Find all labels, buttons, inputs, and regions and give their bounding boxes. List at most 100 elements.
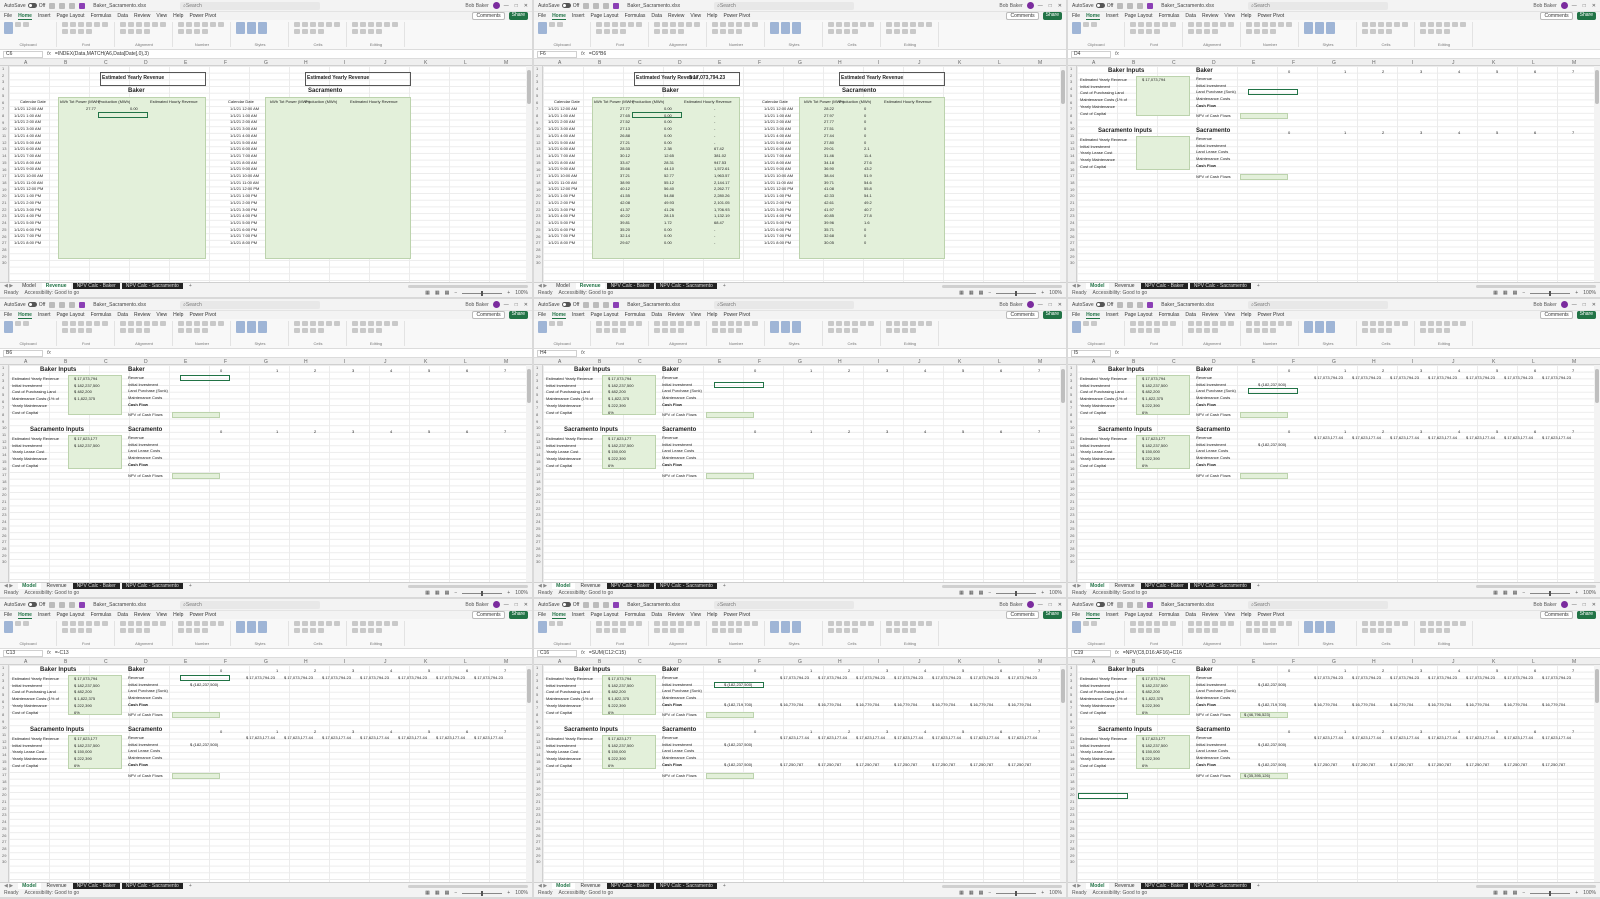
row-header[interactable]: 24	[1070, 819, 1074, 824]
ribbon-button-icon[interactable]	[334, 22, 340, 27]
ribbon-button-icon[interactable]	[728, 321, 734, 326]
ribbon-button-icon[interactable]	[549, 321, 555, 326]
ribbon-button-icon[interactable]	[612, 628, 618, 633]
menu-file[interactable]: File	[538, 13, 546, 19]
row-header[interactable]: 20	[2, 193, 6, 198]
row-header[interactable]: 6	[536, 399, 538, 404]
row-header[interactable]: 30	[2, 260, 6, 265]
row-header[interactable]: 12	[536, 439, 540, 444]
ribbon-button-icon[interactable]	[720, 628, 726, 633]
row-header[interactable]: 22	[1070, 506, 1074, 511]
worksheet-grid[interactable]: A B C D E F G H I J K L M 1 2 3 4 5 6 7 8 9 10 11 12 13 14 15 16 17 18…	[534, 658, 1066, 882]
ribbon-button-icon[interactable]	[557, 22, 563, 27]
ribbon-button-icon[interactable]	[178, 22, 184, 27]
menu-review[interactable]: Review	[1202, 612, 1218, 618]
row-header[interactable]: 30	[536, 859, 540, 864]
menu-help[interactable]: Help	[173, 312, 183, 318]
ribbon-button-icon[interactable]	[1420, 29, 1426, 34]
ribbon-button-icon[interactable]	[144, 328, 150, 333]
row-header[interactable]: 4	[2, 385, 4, 390]
ribbon-button-icon[interactable]	[4, 22, 13, 34]
ribbon-button-icon[interactable]	[1452, 321, 1458, 326]
row-header[interactable]: 8	[536, 712, 538, 717]
autosave-toggle[interactable]: AutoSave Off	[538, 602, 579, 608]
row-header[interactable]: 25	[1070, 227, 1074, 232]
menu-review[interactable]: Review	[1202, 312, 1218, 318]
ribbon-button-icon[interactable]	[15, 22, 21, 27]
name-box[interactable]: H4	[537, 349, 577, 357]
autosave-toggle[interactable]: AutoSave Off	[4, 302, 45, 308]
ribbon-button-icon[interactable]	[1162, 621, 1168, 626]
avatar[interactable]	[1560, 2, 1568, 9]
row-header[interactable]: 30	[2, 559, 6, 564]
onenote-icon[interactable]	[79, 601, 86, 608]
ribbon-button-icon[interactable]	[886, 628, 892, 633]
menu-formulas[interactable]: Formulas	[91, 612, 112, 618]
ribbon-button-icon[interactable]	[1262, 621, 1268, 626]
row-header[interactable]: 30	[536, 260, 540, 265]
ribbon-button-icon[interactable]	[1188, 321, 1194, 326]
selected-cell[interactable]	[180, 675, 230, 681]
ribbon-button-icon[interactable]	[1362, 22, 1368, 27]
share-button[interactable]: Share	[1576, 611, 1596, 619]
ribbon-button-icon[interactable]	[352, 321, 358, 326]
minimize-icon[interactable]: —	[1038, 302, 1043, 308]
onenote-icon[interactable]	[1147, 2, 1154, 9]
ribbon-button-icon[interactable]	[781, 22, 790, 34]
row-header[interactable]: 29	[1070, 254, 1074, 259]
vertical-scrollbar[interactable]	[1594, 66, 1600, 282]
row-header[interactable]: 26	[1070, 234, 1074, 239]
ribbon-button-icon[interactable]	[78, 321, 84, 326]
menu-page-layout[interactable]: Page Layout	[1124, 612, 1152, 618]
onenote-icon[interactable]	[79, 2, 86, 9]
menu-view[interactable]: View	[1224, 312, 1235, 318]
menu-insert[interactable]: Insert	[1106, 612, 1119, 618]
status-accessibility[interactable]: Accessibility: Good to go	[558, 590, 613, 596]
ribbon-button-icon[interactable]	[86, 22, 92, 27]
ribbon-button-icon[interactable]	[918, 321, 924, 326]
vertical-scrollbar[interactable]	[526, 665, 532, 882]
ribbon-button-icon[interactable]	[247, 621, 256, 633]
undo-icon[interactable]	[1127, 2, 1134, 9]
ribbon-button-icon[interactable]	[62, 22, 68, 27]
zoom-in-icon[interactable]: +	[1041, 590, 1044, 596]
menu-insert[interactable]: Insert	[572, 13, 585, 19]
ribbon-button-icon[interactable]	[302, 628, 308, 633]
page-layout-icon[interactable]: ▦	[1503, 590, 1508, 596]
row-header[interactable]: 4	[2, 86, 4, 91]
menu-file[interactable]: File	[1072, 312, 1080, 318]
ribbon-button-icon[interactable]	[102, 22, 108, 27]
row-header[interactable]: 24	[2, 519, 6, 524]
menu-page-layout[interactable]: Page Layout	[590, 612, 618, 618]
row-header[interactable]: 25	[2, 826, 6, 831]
menu-home[interactable]: Home	[1086, 312, 1100, 319]
row-header[interactable]: 4	[2, 685, 4, 690]
ribbon-button-icon[interactable]	[1091, 22, 1097, 27]
maximize-icon[interactable]: □	[1049, 3, 1052, 9]
ribbon-button-icon[interactable]	[670, 22, 676, 27]
ribbon-button-icon[interactable]	[318, 29, 324, 34]
ribbon-button-icon[interactable]	[1188, 628, 1194, 633]
normal-view-icon[interactable]: ▦	[1493, 290, 1498, 296]
row-header[interactable]: 5	[536, 93, 538, 98]
undo-icon[interactable]	[1127, 601, 1134, 608]
ribbon-button-icon[interactable]	[144, 321, 150, 326]
ribbon-button-icon[interactable]	[628, 22, 634, 27]
ribbon-button-icon[interactable]	[294, 22, 300, 27]
row-header[interactable]: 6	[2, 699, 4, 704]
row-header[interactable]: 13	[536, 445, 540, 450]
name-box[interactable]: B6	[3, 349, 43, 357]
row-header[interactable]: 16	[536, 466, 540, 471]
status-accessibility[interactable]: Accessibility: Good to go	[1092, 890, 1147, 896]
ribbon-button-icon[interactable]	[368, 621, 374, 626]
menu-formulas[interactable]: Formulas	[1159, 312, 1180, 318]
ribbon-button-icon[interactable]	[194, 29, 200, 34]
undo-icon[interactable]	[59, 601, 66, 608]
menu-home[interactable]: Home	[1086, 13, 1100, 20]
ribbon-button-icon[interactable]	[662, 29, 668, 34]
row-header[interactable]: 14	[536, 153, 540, 158]
row-header[interactable]: 13	[2, 745, 6, 750]
row-header[interactable]: 18	[1070, 479, 1074, 484]
menu-page-layout[interactable]: Page Layout	[590, 13, 618, 19]
ribbon-button-icon[interactable]	[1370, 29, 1376, 34]
